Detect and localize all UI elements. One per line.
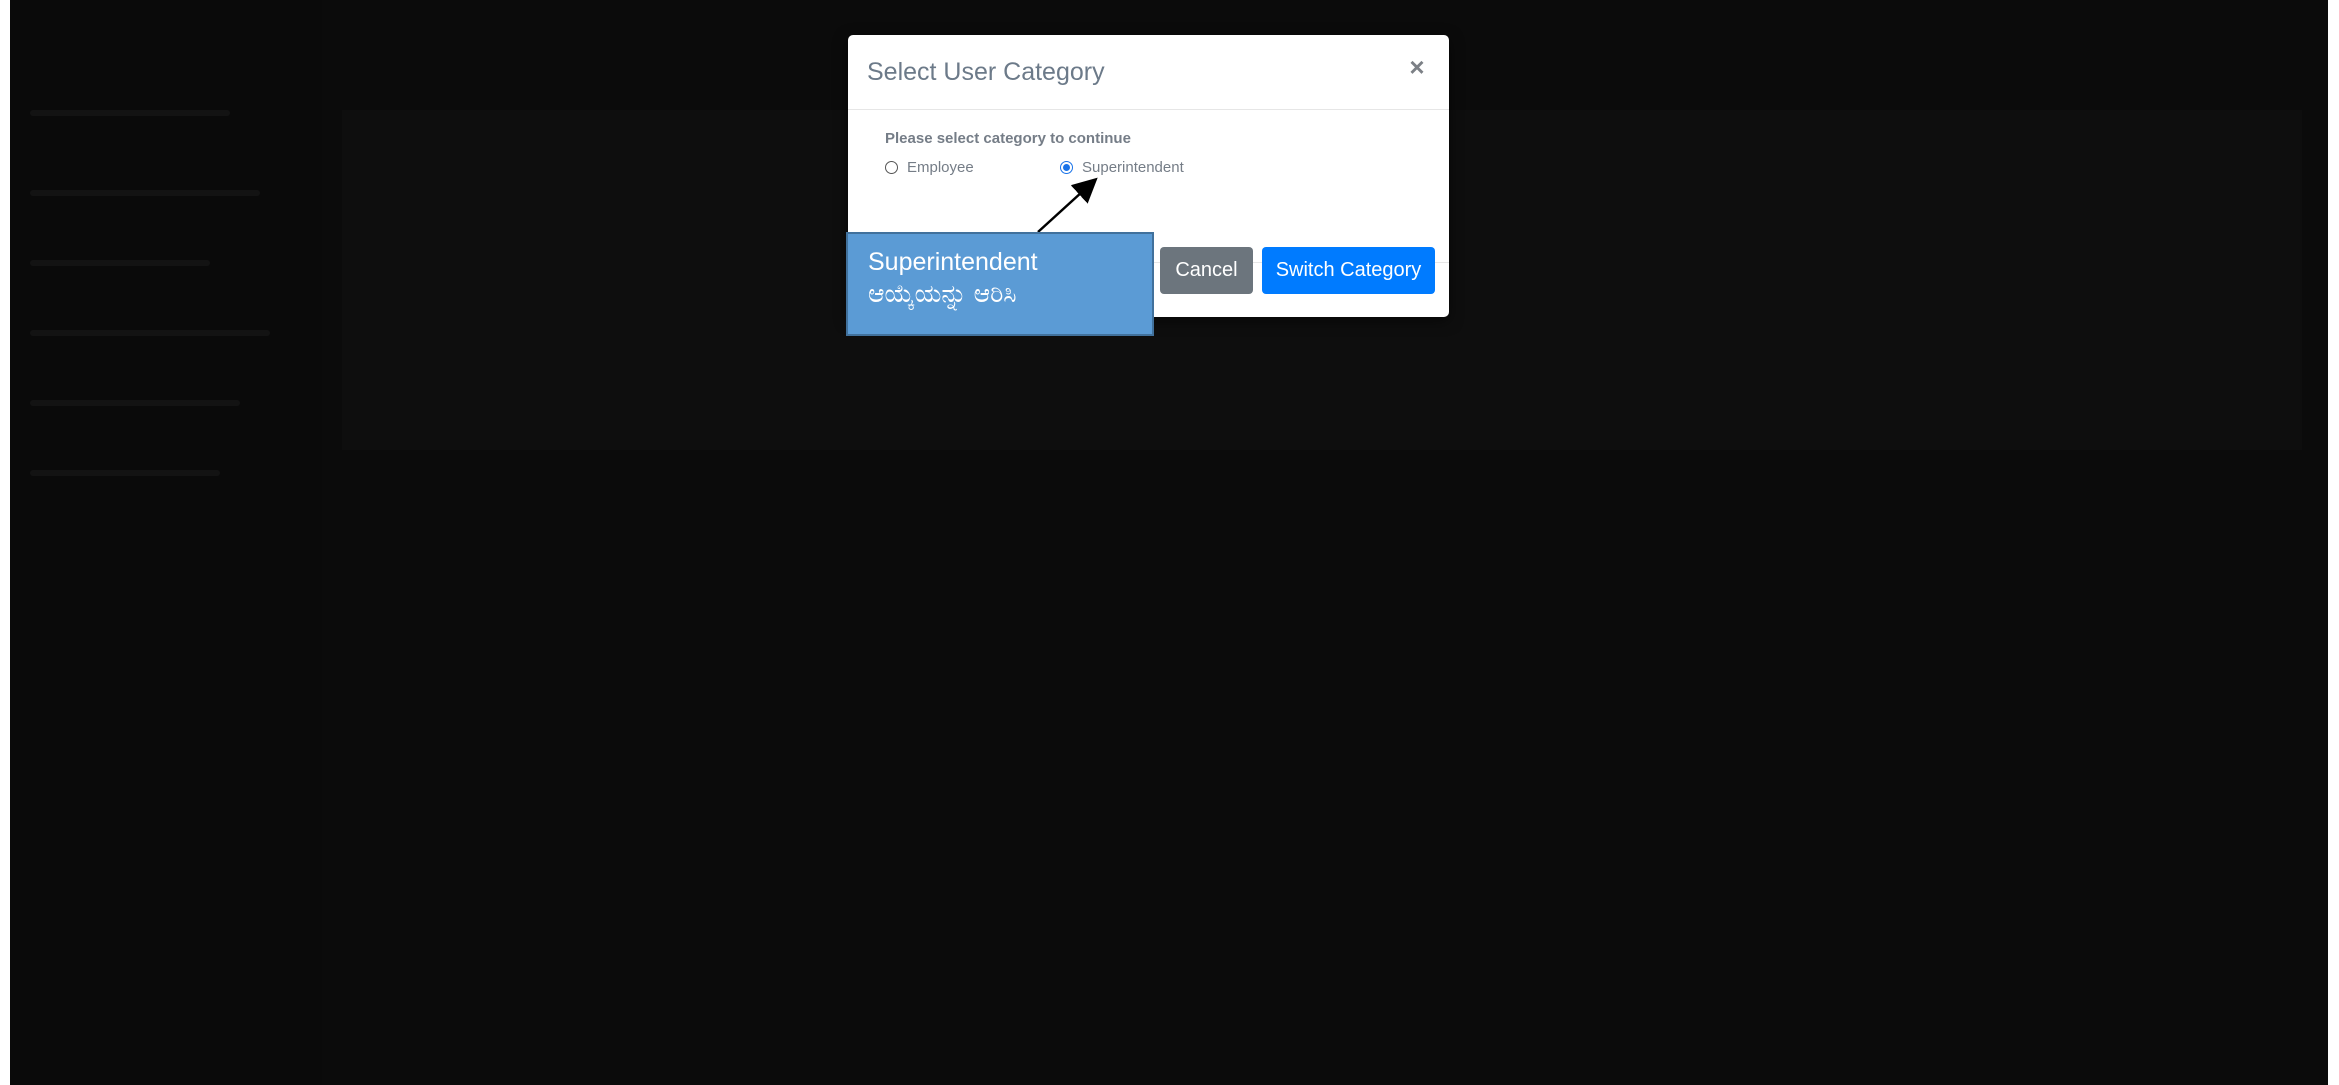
modal-header: Select User Category × <box>848 35 1449 110</box>
callout-line-2: ಆಯ್ಕೆಯನ್ನು ಆರಿಸಿ <box>868 280 1017 308</box>
modal-title: Select User Category <box>867 58 1105 86</box>
cancel-button[interactable]: Cancel <box>1160 247 1253 294</box>
option-employee[interactable]: Employee <box>885 159 974 176</box>
employee-radio[interactable] <box>885 161 898 174</box>
callout-line-1: Superintendent <box>868 248 1038 276</box>
switch-category-button[interactable]: Switch Category <box>1262 247 1435 294</box>
background-sidebar <box>10 0 322 1085</box>
category-prompt: Please select category to continue <box>885 130 1131 147</box>
superintendent-radio[interactable] <box>1060 161 1073 174</box>
employee-label: Employee <box>907 159 974 176</box>
superintendent-label: Superintendent <box>1082 159 1184 176</box>
annotation-callout: Superintendent ಆಯ್ಕೆಯನ್ನು ಆರಿಸಿ <box>846 232 1154 336</box>
close-icon[interactable]: × <box>1403 50 1431 84</box>
option-superintendent[interactable]: Superintendent <box>1060 159 1184 176</box>
